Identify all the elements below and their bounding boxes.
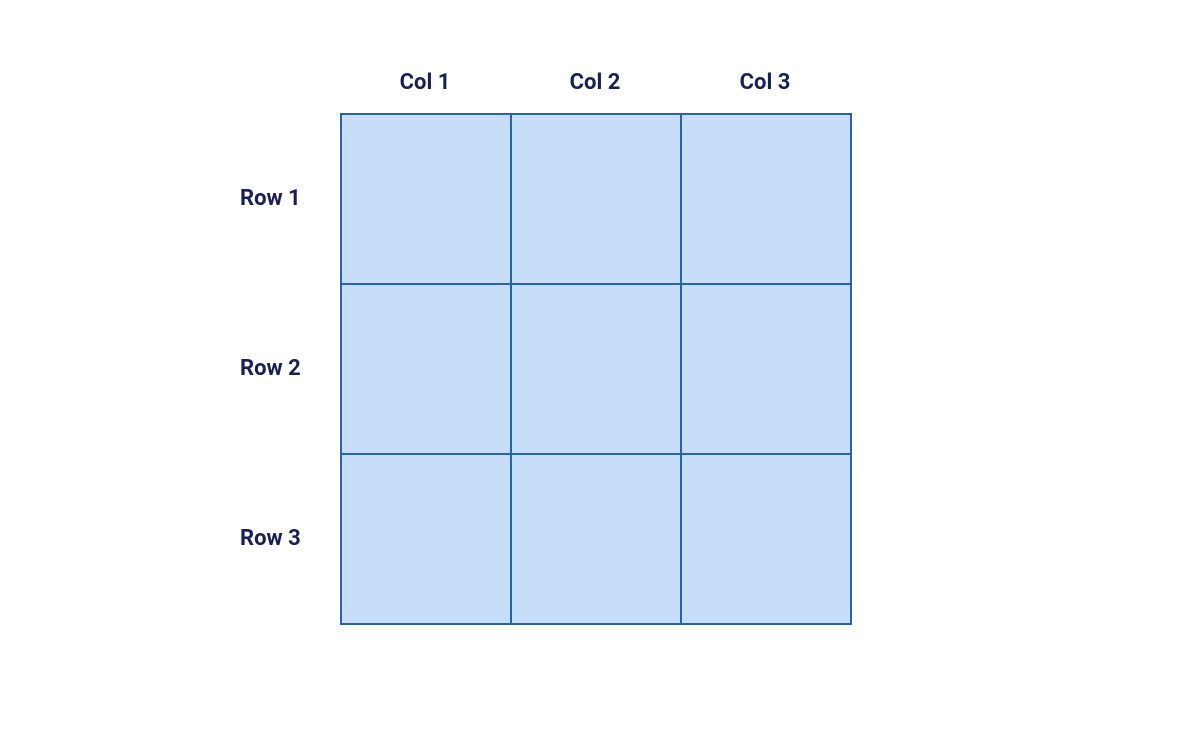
column-headers: Col 1 Col 2 Col 3 <box>340 70 852 95</box>
column-header: Col 2 <box>510 70 680 95</box>
grid-cell-r1c1 <box>341 114 511 284</box>
grid-diagram: Col 1 Col 2 Col 3 Row 1 Row 2 Row 3 <box>230 70 852 625</box>
column-header: Col 3 <box>680 70 850 95</box>
row-label: Row 3 <box>230 526 340 551</box>
column-header: Col 1 <box>340 70 510 95</box>
grid-cell-r3c3 <box>681 454 851 624</box>
grid-body: Row 1 Row 2 Row 3 <box>230 113 852 625</box>
grid-cell-r1c3 <box>681 114 851 284</box>
grid-cell-r1c2 <box>511 114 681 284</box>
grid-cell-r2c3 <box>681 284 851 454</box>
grid-cell-r3c1 <box>341 454 511 624</box>
grid-cell-r2c1 <box>341 284 511 454</box>
grid-cells <box>340 113 852 625</box>
grid-cell-r3c2 <box>511 454 681 624</box>
row-label: Row 1 <box>230 186 340 211</box>
row-labels: Row 1 Row 2 Row 3 <box>230 113 340 625</box>
grid-cell-r2c2 <box>511 284 681 454</box>
row-label: Row 2 <box>230 356 340 381</box>
